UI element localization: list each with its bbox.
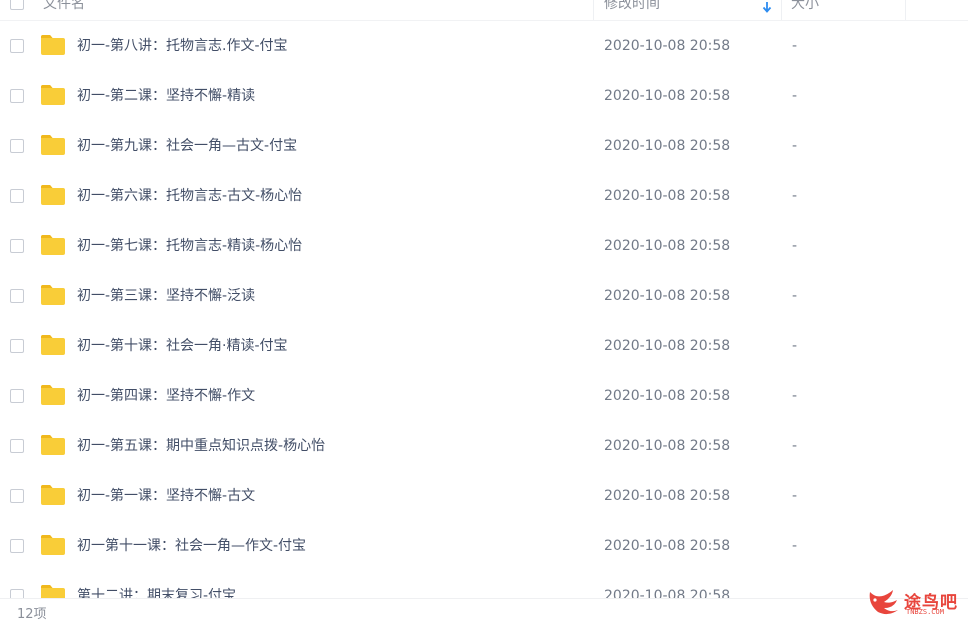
- table-row[interactable]: 初一-第六课：托物言志-古文-杨心怡 2020-10-08 20:58 -: [0, 171, 968, 221]
- status-bar: 12项: [0, 598, 968, 622]
- file-name[interactable]: 初一-第四课：坚持不懈-作文: [77, 371, 255, 421]
- sort-arrow-down-icon[interactable]: [762, 2, 772, 14]
- modified-date: 2020-10-08 20:58: [604, 538, 731, 554]
- row-checkbox[interactable]: [10, 139, 24, 153]
- file-name[interactable]: 初一-第十课：社会一角·精读-付宝: [77, 321, 288, 371]
- table-row[interactable]: 初一-第九课：社会一角—古文-付宝 2020-10-08 20:58 -: [0, 121, 968, 171]
- row-checkbox[interactable]: [10, 339, 24, 353]
- file-size: -: [792, 488, 798, 504]
- item-count: 12项: [17, 607, 47, 622]
- file-size: -: [792, 138, 798, 154]
- file-name[interactable]: 初一第十一课：社会一角—作文-付宝: [77, 521, 306, 571]
- file-name[interactable]: 初一-第五课：期中重点知识点拨-杨心怡: [77, 421, 325, 471]
- file-size: -: [792, 538, 798, 554]
- row-checkbox[interactable]: [10, 239, 24, 253]
- folder-icon: [41, 85, 65, 105]
- file-size: -: [792, 238, 798, 254]
- modified-date: 2020-10-08 20:58: [604, 388, 731, 404]
- watermark-logo: 途鸟吧 TNBZS.COM: [866, 586, 966, 620]
- file-size: -: [792, 338, 798, 354]
- file-name[interactable]: 初一-第八讲：托物言志.作文-付宝: [77, 21, 288, 71]
- modified-date: 2020-10-08 20:58: [604, 138, 731, 154]
- row-checkbox[interactable]: [10, 389, 24, 403]
- column-separator: [905, 0, 906, 20]
- file-list: 初一-第八讲：托物言志.作文-付宝 2020-10-08 20:58 - 初一-…: [0, 21, 968, 621]
- row-checkbox[interactable]: [10, 539, 24, 553]
- modified-date: 2020-10-08 20:58: [604, 438, 731, 454]
- modified-date: 2020-10-08 20:58: [604, 88, 731, 104]
- table-row[interactable]: 初一-第一课：坚持不懈-古文 2020-10-08 20:58 -: [0, 471, 968, 521]
- table-row[interactable]: 初一-第四课：坚持不懈-作文 2020-10-08 20:58 -: [0, 371, 968, 421]
- folder-icon: [41, 35, 65, 55]
- folder-icon: [41, 385, 65, 405]
- folder-icon: [41, 285, 65, 305]
- file-size: -: [792, 188, 798, 204]
- table-row[interactable]: 初一-第二课：坚持不懈-精读 2020-10-08 20:58 -: [0, 71, 968, 121]
- modified-date: 2020-10-08 20:58: [604, 188, 731, 204]
- row-checkbox[interactable]: [10, 39, 24, 53]
- row-checkbox[interactable]: [10, 439, 24, 453]
- file-name[interactable]: 初一-第二课：坚持不懈-精读: [77, 71, 255, 121]
- folder-icon: [41, 185, 65, 205]
- row-checkbox[interactable]: [10, 489, 24, 503]
- modified-date: 2020-10-08 20:58: [604, 488, 731, 504]
- file-name[interactable]: 初一-第六课：托物言志-古文-杨心怡: [77, 171, 302, 221]
- folder-icon: [41, 535, 65, 555]
- watermark-subtext: TNBZS.COM: [906, 608, 944, 616]
- file-size: -: [792, 38, 798, 54]
- file-name[interactable]: 初一-第七课：托物言志-精读-杨心怡: [77, 221, 302, 271]
- column-separator: [593, 0, 594, 20]
- table-row[interactable]: 初一-第五课：期中重点知识点拨-杨心怡 2020-10-08 20:58 -: [0, 421, 968, 471]
- file-name[interactable]: 初一-第九课：社会一角—古文-付宝: [77, 121, 297, 171]
- modified-date: 2020-10-08 20:58: [604, 238, 731, 254]
- folder-icon: [41, 335, 65, 355]
- row-checkbox[interactable]: [10, 189, 24, 203]
- folder-icon: [41, 235, 65, 255]
- file-size: -: [792, 438, 798, 454]
- folder-icon: [41, 485, 65, 505]
- table-row[interactable]: 初一-第八讲：托物言志.作文-付宝 2020-10-08 20:58 -: [0, 21, 968, 71]
- column-header-date[interactable]: 修改时间: [604, 0, 660, 20]
- bird-logo-icon: [869, 590, 898, 615]
- file-name[interactable]: 初一-第三课：坚持不懈-泛读: [77, 271, 255, 321]
- column-header-size[interactable]: 大小: [791, 0, 819, 20]
- row-checkbox[interactable]: [10, 289, 24, 303]
- select-all-checkbox[interactable]: [10, 0, 24, 10]
- file-list-header: 文件名 修改时间 大小: [0, 0, 968, 21]
- row-checkbox[interactable]: [10, 89, 24, 103]
- column-header-name[interactable]: 文件名: [43, 0, 85, 20]
- modified-date: 2020-10-08 20:58: [604, 338, 731, 354]
- table-row[interactable]: 初一-第十课：社会一角·精读-付宝 2020-10-08 20:58 -: [0, 321, 968, 371]
- folder-icon: [41, 135, 65, 155]
- folder-icon: [41, 435, 65, 455]
- table-row[interactable]: 初一-第三课：坚持不懈-泛读 2020-10-08 20:58 -: [0, 271, 968, 321]
- table-row[interactable]: 初一-第七课：托物言志-精读-杨心怡 2020-10-08 20:58 -: [0, 221, 968, 271]
- file-list-window: 文件名 修改时间 大小 初一-第八讲：托物言志.作文-付宝 2020-10-08…: [0, 0, 968, 622]
- file-size: -: [792, 388, 798, 404]
- file-size: -: [792, 288, 798, 304]
- file-name[interactable]: 初一-第一课：坚持不懈-古文: [77, 471, 255, 521]
- file-size: -: [792, 88, 798, 104]
- modified-date: 2020-10-08 20:58: [604, 288, 731, 304]
- table-row[interactable]: 初一第十一课：社会一角—作文-付宝 2020-10-08 20:58 -: [0, 521, 968, 571]
- modified-date: 2020-10-08 20:58: [604, 38, 731, 54]
- column-separator: [781, 0, 782, 20]
